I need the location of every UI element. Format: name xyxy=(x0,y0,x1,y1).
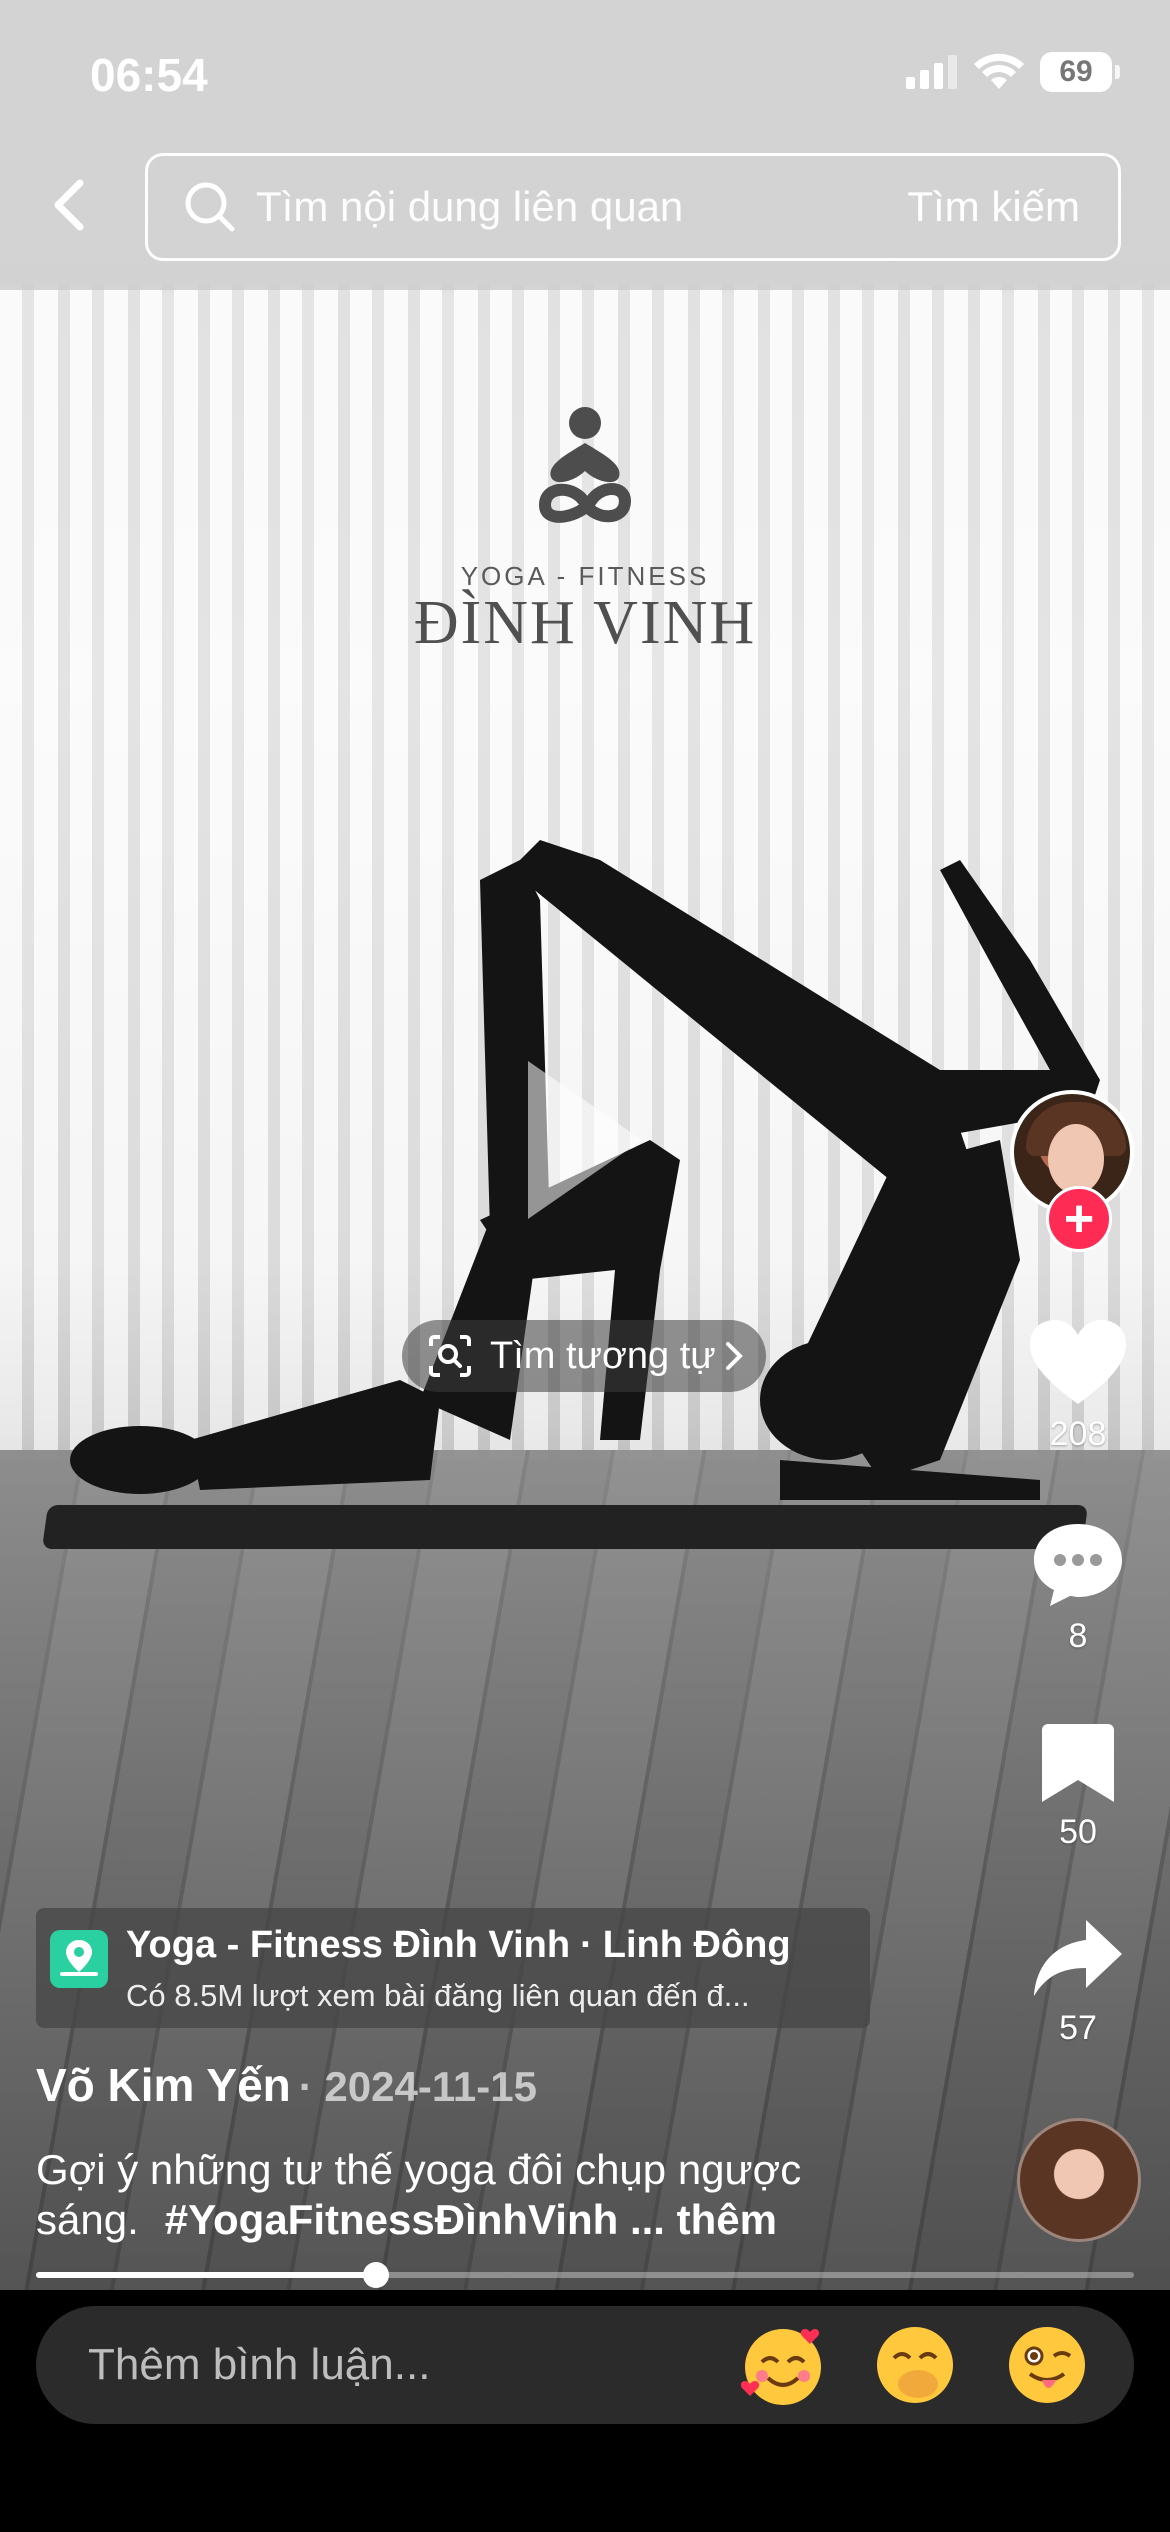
location-area: Linh Đông xyxy=(602,1924,791,1966)
post-caption[interactable]: Gợi ý những tư thế yoga đôi chụp ngược s… xyxy=(36,2145,916,2245)
hashtag-link[interactable]: #YogaFitnessĐìnhVinh xyxy=(165,2196,619,2243)
smiling-face-with-hearts-icon[interactable] xyxy=(738,2320,828,2410)
studio-logo: YOGA - FITNESS ĐÌNH VINH xyxy=(400,405,770,654)
search-bar[interactable]: Tìm kiếm xyxy=(145,153,1121,261)
progress-fill xyxy=(36,2272,377,2278)
bookmark-icon xyxy=(1042,1724,1114,1802)
video-progress-bar[interactable] xyxy=(36,2262,1134,2288)
save-count: 50 xyxy=(1059,1813,1097,1851)
play-icon[interactable] xyxy=(520,1055,650,1225)
search-input[interactable] xyxy=(256,183,908,231)
comment-button[interactable]: 8 xyxy=(1018,1520,1138,1656)
winking-face-with-tongue-icon[interactable] xyxy=(1002,2320,1092,2410)
heart-icon xyxy=(1030,1320,1126,1404)
logo-subtitle: YOGA - FITNESS xyxy=(460,561,710,591)
logo-title: ĐÌNH VINH xyxy=(413,589,757,657)
location-subtitle: Có 8.5M lượt xem bài đăng liên quan đến … xyxy=(126,1978,750,2013)
face-with-hand-over-mouth-icon[interactable] xyxy=(870,2320,960,2410)
find-similar-button[interactable]: Tìm tương tự xyxy=(402,1320,766,1392)
sound-avatar[interactable] xyxy=(1017,2118,1141,2242)
post-author-line: Võ Kim Yến · 2024-11-15 xyxy=(36,2058,537,2112)
follow-button[interactable]: + xyxy=(1046,1186,1112,1252)
find-similar-label: Tìm tương tự xyxy=(490,1334,716,1377)
chevron-right-icon xyxy=(725,1342,743,1370)
see-more-link[interactable]: ... thêm xyxy=(630,2196,777,2243)
cellular-signal-icon xyxy=(906,55,957,89)
share-count: 57 xyxy=(1059,2009,1097,2047)
comment-count: 8 xyxy=(1068,1617,1088,1655)
location-title: Yoga - Fitness Đình Vinh · Linh Đông xyxy=(126,1924,791,1966)
status-time: 06:54 xyxy=(90,49,208,101)
location-name: Yoga - Fitness Đình Vinh xyxy=(126,1924,571,1966)
chevron-left-icon xyxy=(54,179,84,231)
comment-input-bar[interactable]: Thêm bình luận... xyxy=(36,2306,1134,2424)
visual-search-icon xyxy=(429,1335,471,1377)
comment-bubble-icon xyxy=(1034,1524,1122,1606)
location-pin-icon xyxy=(50,1930,108,1988)
save-button[interactable]: 50 xyxy=(1018,1720,1138,1852)
status-bar: 06:54 69 xyxy=(0,0,1170,150)
author-name[interactable]: Võ Kim Yến xyxy=(36,2059,291,2111)
lotus-figure-icon xyxy=(538,407,632,523)
like-button[interactable]: 208 xyxy=(1018,1318,1138,1454)
like-count: 208 xyxy=(1049,1415,1107,1453)
back-button[interactable] xyxy=(42,175,102,235)
share-arrow-icon xyxy=(1034,1920,1122,1996)
battery-indicator: 69 xyxy=(1040,52,1120,92)
location-card[interactable]: Yoga - Fitness Đình Vinh · Linh Đông Có 8.… xyxy=(36,1908,870,2028)
wifi-icon xyxy=(974,53,1024,89)
search-icon xyxy=(185,182,235,232)
share-button[interactable]: 57 xyxy=(1018,1916,1138,2048)
post-date: · 2024-11-15 xyxy=(298,2063,537,2110)
search-button[interactable]: Tìm kiếm xyxy=(907,183,1080,231)
comment-placeholder[interactable]: Thêm bình luận... xyxy=(88,2340,738,2390)
